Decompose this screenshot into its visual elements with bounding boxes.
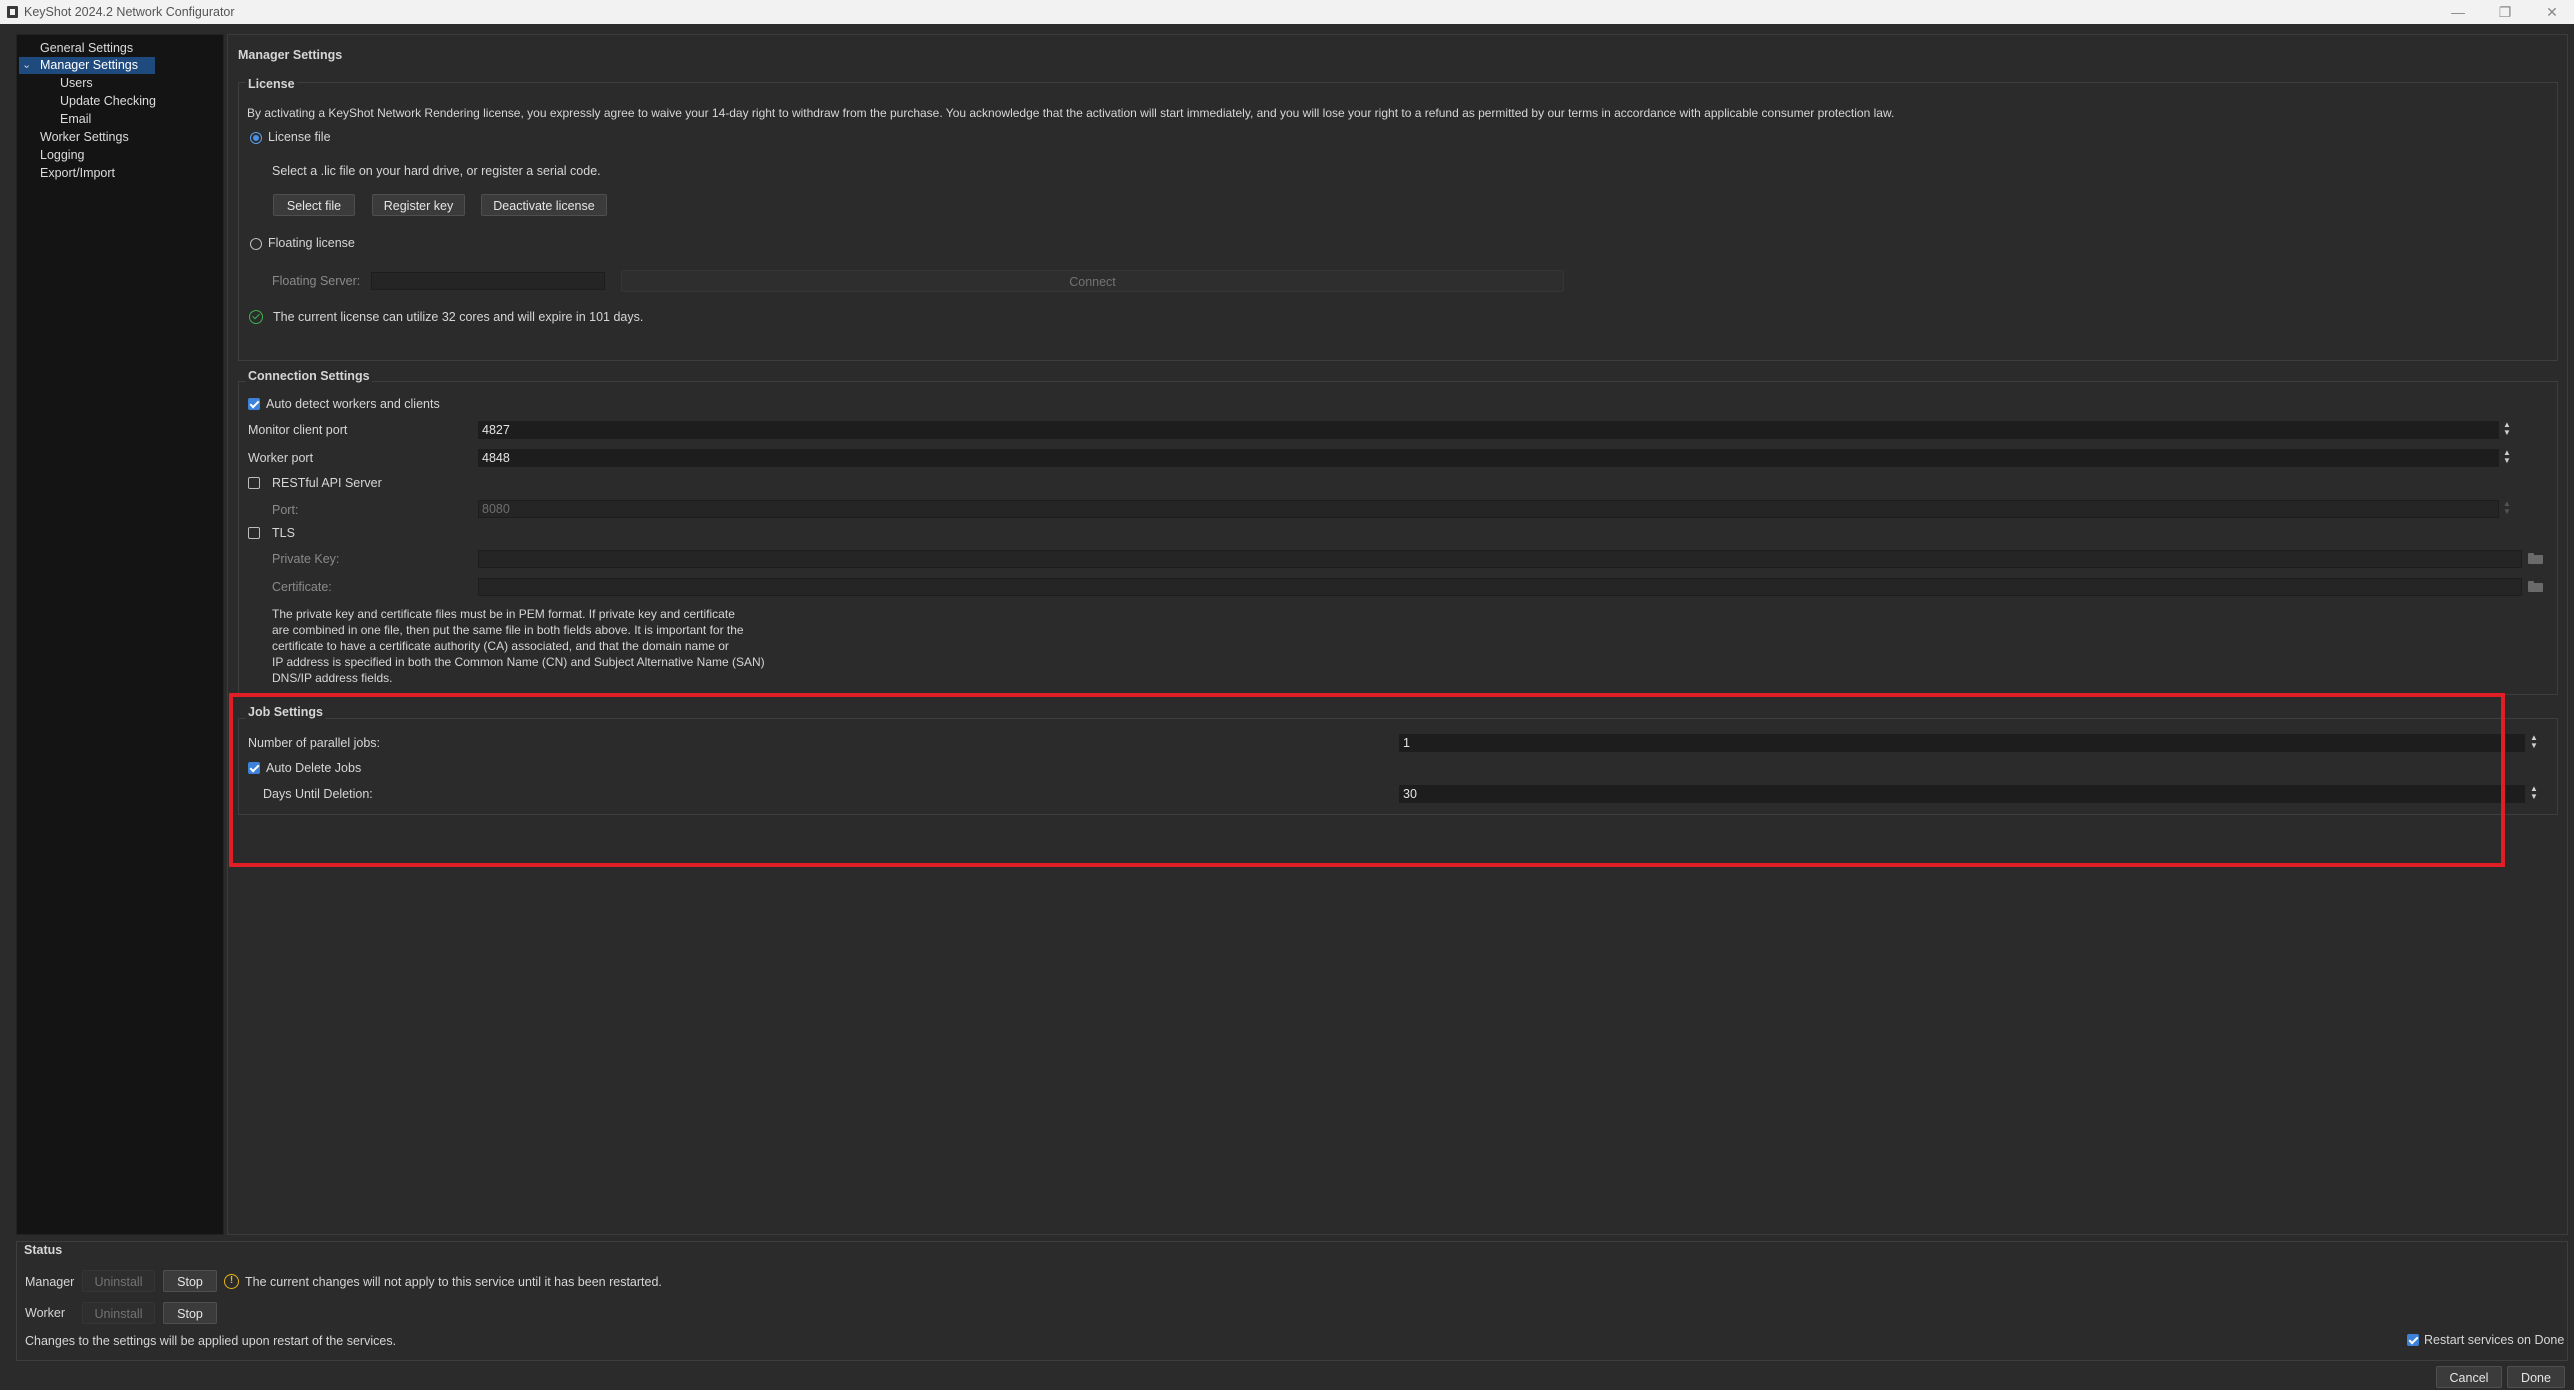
nav-users[interactable]: Users <box>60 75 93 92</box>
nav-email[interactable]: Email <box>60 111 91 128</box>
floating-license-radio[interactable] <box>250 238 262 250</box>
title-bar: KeyShot 2024.2 Network Configurator — ❐ … <box>0 0 2574 24</box>
license-status-text: The current license can utilize 32 cores… <box>273 310 644 324</box>
certificate-input[interactable] <box>478 578 2522 596</box>
job-settings-section-title: Job Settings <box>246 705 326 719</box>
page-title: Manager Settings <box>238 48 343 62</box>
restful-api-label: RESTful API Server <box>272 476 382 490</box>
manager-service-label: Manager <box>25 1275 75 1289</box>
worker-port-stepper[interactable]: ▲ ▼ <box>2500 449 2514 467</box>
restart-services-label: Restart services on Done <box>2424 1333 2565 1347</box>
pem-note-line: IP address is specified in both the Comm… <box>272 655 765 669</box>
pem-note-line: DNS/IP address fields. <box>272 671 393 685</box>
days-until-deletion-input[interactable]: 30 <box>1399 785 2525 803</box>
restful-port-input[interactable]: 8080 <box>478 500 2499 518</box>
pem-note-line: certificate to have a certificate author… <box>272 639 729 653</box>
tls-label: TLS <box>272 526 295 540</box>
nav-manager-settings-label: Manager Settings <box>40 58 138 72</box>
floating-server-label: Floating Server: <box>272 274 361 288</box>
chevron-down-icon[interactable]: ⌄ <box>22 57 31 74</box>
window-title: KeyShot 2024.2 Network Configurator <box>24 5 235 19</box>
auto-delete-jobs-label: Auto Delete Jobs <box>266 761 362 775</box>
settings-apply-note: Changes to the settings will be applied … <box>25 1334 397 1348</box>
settings-navigation-tree: General Settings ⌄ Manager Settings User… <box>16 34 224 1235</box>
nav-worker-settings[interactable]: Worker Settings <box>40 129 129 146</box>
license-section-title: License <box>246 77 297 91</box>
license-hint: Select a .lic file on your hard drive, o… <box>272 164 601 178</box>
auto-delete-jobs-checkbox[interactable] <box>248 762 260 774</box>
floating-license-label: Floating license <box>268 236 355 250</box>
monitor-port-input[interactable]: 4827 <box>478 421 2499 439</box>
restful-port-stepper[interactable]: ▲ ▼ <box>2500 500 2514 518</box>
connection-section-title: Connection Settings <box>246 369 372 383</box>
select-file-button[interactable]: Select file <box>273 194 355 216</box>
restore-button[interactable]: ❐ <box>2487 2 2523 22</box>
floating-server-input[interactable] <box>371 272 605 290</box>
nav-general-settings[interactable]: General Settings <box>40 40 133 57</box>
manager-stop-button[interactable]: Stop <box>163 1270 217 1292</box>
worker-uninstall-button[interactable]: Uninstall <box>82 1302 155 1324</box>
restful-api-checkbox[interactable] <box>248 477 260 489</box>
license-file-label: License file <box>268 130 331 144</box>
keyshot-app-icon <box>7 6 18 18</box>
status-group <box>16 1241 2568 1361</box>
pem-note: The private key and certificate files mu… <box>272 606 765 686</box>
status-section-title: Status <box>24 1243 63 1257</box>
certificate-label: Certificate: <box>272 580 332 594</box>
parallel-jobs-label: Number of parallel jobs: <box>248 736 381 750</box>
nav-export-import[interactable]: Export/Import <box>40 165 115 182</box>
worker-port-input[interactable]: 4848 <box>478 449 2499 467</box>
tls-checkbox[interactable] <box>248 527 260 539</box>
auto-detect-checkbox[interactable] <box>248 398 260 410</box>
deactivate-license-button[interactable]: Deactivate license <box>481 194 607 216</box>
close-button[interactable]: ✕ <box>2534 2 2570 22</box>
restart-warning-text: The current changes will not apply to th… <box>245 1275 662 1289</box>
worker-service-label: Worker <box>25 1306 66 1320</box>
nav-manager-settings[interactable]: ⌄ Manager Settings <box>19 57 155 74</box>
monitor-port-stepper[interactable]: ▲ ▼ <box>2500 421 2514 439</box>
auto-detect-label: Auto detect workers and clients <box>266 397 440 411</box>
pem-note-line: The private key and certificate files mu… <box>272 607 735 621</box>
license-file-radio[interactable] <box>250 132 262 144</box>
browse-private-key-folder-icon[interactable] <box>2528 553 2543 564</box>
days-until-deletion-stepper[interactable]: ▲ ▼ <box>2527 785 2541 803</box>
parallel-jobs-input[interactable]: 1 <box>1399 734 2525 752</box>
cancel-button[interactable]: Cancel <box>2436 1366 2502 1388</box>
nav-logging[interactable]: Logging <box>40 147 85 164</box>
worker-stop-button[interactable]: Stop <box>163 1302 217 1324</box>
worker-port-label: Worker port <box>248 451 314 465</box>
browse-certificate-folder-icon[interactable] <box>2528 581 2543 592</box>
connect-button[interactable]: Connect <box>621 270 1564 292</box>
register-key-button[interactable]: Register key <box>372 194 465 216</box>
parallel-jobs-stepper[interactable]: ▲ ▼ <box>2527 734 2541 752</box>
private-key-label: Private Key: <box>272 552 340 566</box>
monitor-port-label: Monitor client port <box>248 423 348 437</box>
warning-icon: ! <box>224 1274 239 1289</box>
done-button[interactable]: Done <box>2507 1366 2565 1388</box>
restart-services-checkbox[interactable] <box>2407 1334 2419 1346</box>
private-key-input[interactable] <box>478 550 2522 568</box>
nav-update-checking[interactable]: Update Checking <box>60 93 156 110</box>
license-ok-icon <box>249 310 263 324</box>
days-until-deletion-label: Days Until Deletion: <box>263 787 373 801</box>
pem-note-line: are combined in one file, then put the s… <box>272 623 744 637</box>
minimize-button[interactable]: — <box>2440 2 2476 22</box>
license-disclaimer: By activating a KeyShot Network Renderin… <box>247 106 1895 120</box>
restful-port-label: Port: <box>272 503 299 517</box>
manager-uninstall-button[interactable]: Uninstall <box>82 1270 155 1292</box>
